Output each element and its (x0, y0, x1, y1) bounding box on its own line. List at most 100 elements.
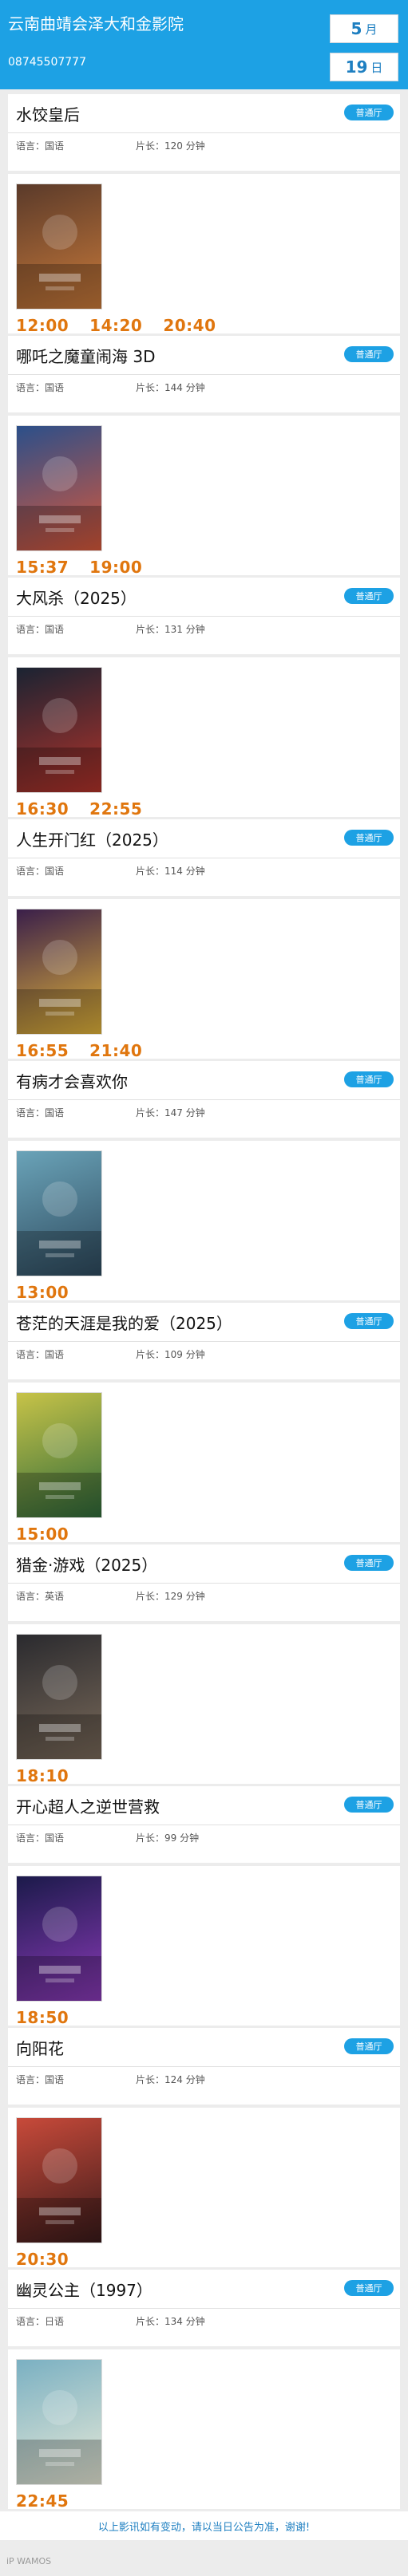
duration-unit: 分钟 (185, 2074, 205, 2085)
poster-art (17, 698, 101, 792)
film-duration: 片长：129 分钟 (136, 1589, 205, 1603)
film-info-card: 大风杀（2025） 普通厅 语言：国语 片长：131 分钟 (8, 578, 400, 654)
showtime[interactable]: 22:45 (16, 2491, 69, 2511)
poster-image[interactable] (16, 2117, 102, 2243)
duration-value: 147 (164, 1107, 183, 1118)
divider (8, 616, 400, 617)
showtimes-row: 15:37 19:00 (16, 558, 142, 577)
poster-art (17, 2390, 101, 2484)
film-showtimes-card: 18:10 (8, 1624, 400, 1785)
cinema-phone[interactable]: 08745507777 (8, 56, 86, 69)
duration-unit: 分钟 (185, 382, 205, 393)
poster-image[interactable] (16, 1634, 102, 1760)
poster-image[interactable] (16, 2359, 102, 2485)
film-language: 语言：国语 (16, 1831, 64, 1844)
showtime[interactable]: 22:55 (89, 799, 142, 819)
film-duration: 片长：144 分钟 (136, 381, 205, 394)
language-value: 国语 (45, 2074, 65, 2085)
footer-notice-text: 以上影讯如有变动，请以当日公告为准，谢谢! (97, 2521, 311, 2534)
duration-value: 131 (164, 624, 183, 635)
divider (8, 1341, 400, 1342)
poster-image[interactable] (16, 909, 102, 1035)
language-label: 语言： (16, 2316, 46, 2327)
hall-badge: 普通厅 (344, 588, 394, 604)
showtime[interactable]: 18:10 (16, 1766, 69, 1785)
poster-art (17, 2148, 101, 2243)
film-language: 语言：国语 (16, 1106, 64, 1119)
film-duration: 片长：114 分钟 (136, 864, 205, 878)
month-selector[interactable]: 5 月 (330, 14, 398, 43)
showtimes-row: 12:00 14:20 20:40 (16, 316, 216, 335)
duration-unit: 分钟 (185, 624, 205, 635)
poster-image[interactable] (16, 1876, 102, 2002)
film-duration: 片长：124 分钟 (136, 2073, 205, 2086)
divider (8, 2308, 400, 2309)
duration-unit: 分钟 (185, 140, 205, 152)
film-title[interactable]: 有病才会喜欢你 (16, 1069, 128, 1092)
poster-art (17, 1181, 101, 1276)
film-duration: 片长：99 分钟 (136, 1831, 199, 1844)
day-selector[interactable]: 19 日 (330, 53, 398, 81)
duration-label: 片长： (136, 624, 165, 635)
showtime[interactable]: 12:00 (16, 316, 69, 335)
film-title[interactable]: 大风杀（2025） (16, 586, 137, 609)
hall-badge: 普通厅 (344, 1071, 394, 1087)
film-info-card: 开心超人之逆世营救 普通厅 语言：国语 片长：99 分钟 (8, 1786, 400, 1863)
poster-art (17, 940, 101, 1034)
showtime[interactable]: 20:30 (16, 2250, 69, 2269)
language-label: 语言： (16, 382, 46, 393)
showtime[interactable]: 16:55 (16, 1041, 69, 1060)
footer-notice: 以上影讯如有变动，请以当日公告为准，谢谢! (0, 2511, 408, 2540)
film-showtimes-card: 22:45 (8, 2349, 400, 2511)
poster-image[interactable] (16, 183, 102, 310)
poster-image[interactable] (16, 667, 102, 793)
poster-image[interactable] (16, 1392, 102, 1518)
duration-value: 114 (164, 866, 183, 877)
cinema-header: 云南曲靖会泽大和金影院 08745507777 5 月 19 日 (0, 0, 408, 89)
poster-image[interactable] (16, 1150, 102, 1276)
film-title[interactable]: 水饺皇后 (16, 102, 80, 125)
showtime[interactable]: 21:40 (89, 1041, 142, 1060)
showtime[interactable]: 20:40 (163, 316, 216, 335)
duration-label: 片长： (136, 382, 165, 393)
language-value: 国语 (45, 624, 65, 635)
showtime[interactable]: 19:00 (89, 558, 142, 577)
film-title[interactable]: 哪吒之魔童闹海 3D (16, 344, 155, 367)
language-value: 国语 (45, 140, 65, 152)
film-language: 语言：日语 (16, 2314, 64, 2328)
duration-label: 片长： (136, 1832, 165, 1844)
film-language: 语言：国语 (16, 864, 64, 878)
language-label: 语言： (16, 1591, 46, 1602)
language-label: 语言： (16, 1107, 46, 1118)
film-title[interactable]: 开心超人之逆世营救 (16, 1794, 160, 1817)
duration-unit: 分钟 (185, 866, 205, 877)
film-title[interactable]: 苍茫的天涯是我的爱（2025） (16, 1311, 232, 1334)
duration-unit: 分钟 (180, 1832, 200, 1844)
poster-image[interactable] (16, 425, 102, 551)
film-showtimes-card: 18:50 (8, 1866, 400, 2027)
duration-unit: 分钟 (185, 1349, 205, 1360)
showtime[interactable]: 16:30 (16, 799, 69, 819)
language-value: 国语 (45, 1107, 65, 1118)
showtime[interactable]: 13:00 (16, 1283, 69, 1302)
showtime[interactable]: 18:50 (16, 2008, 69, 2027)
language-value: 国语 (45, 1832, 65, 1844)
film-title[interactable]: 幽灵公主（1997） (16, 2278, 153, 2301)
film-title[interactable]: 猎金·游戏（2025） (16, 1552, 157, 1576)
language-value: 英语 (45, 1591, 65, 1602)
duration-label: 片长： (136, 140, 165, 152)
film-showtimes-card: 16:55 21:40 (8, 899, 400, 1060)
film-title[interactable]: 向阳花 (16, 2036, 64, 2059)
showtime[interactable]: 15:00 (16, 1525, 69, 1544)
showtimes-row: 18:50 (16, 2008, 69, 2027)
film-title[interactable]: 人生开门红（2025） (16, 827, 168, 850)
month-unit: 月 (365, 22, 378, 37)
showtime[interactable]: 14:20 (89, 316, 142, 335)
duration-label: 片长： (136, 2316, 165, 2327)
film-showtimes-card: 15:37 19:00 (8, 416, 400, 577)
duration-value: 124 (164, 2074, 183, 2085)
film-duration: 片长：109 分钟 (136, 1347, 205, 1361)
language-value: 国语 (45, 866, 65, 877)
showtime[interactable]: 15:37 (16, 558, 69, 577)
film-language: 语言：国语 (16, 381, 64, 394)
